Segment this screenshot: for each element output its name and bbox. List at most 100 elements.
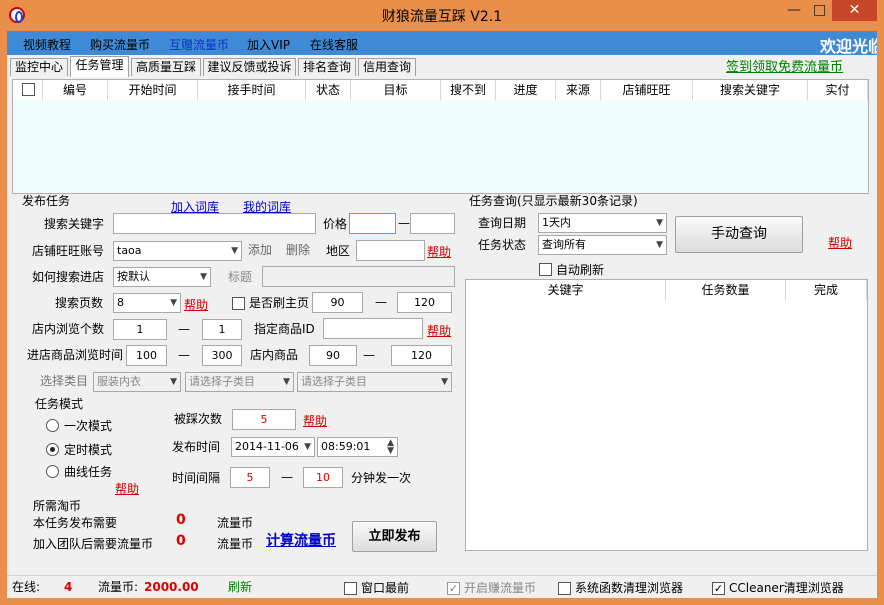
refresh-link[interactable]: 刷新 (228, 579, 252, 595)
tab-task-management[interactable]: 任务管理 (70, 56, 129, 77)
mode-curve-radio[interactable] (46, 465, 59, 478)
query-status-label: 任务状态 (478, 238, 527, 252)
interval-max-input[interactable]: 10 (303, 467, 343, 488)
table-header-cell[interactable]: 搜索关键字 (693, 80, 808, 100)
table-header-cell[interactable]: 实付 (808, 80, 868, 100)
calc-coins-link[interactable]: 计算流量币 (266, 530, 336, 550)
close-button[interactable]: ✕ (832, 0, 877, 21)
mode-once-radio[interactable] (46, 419, 59, 432)
pages-help-link[interactable]: 帮助 (184, 296, 208, 313)
tab-feedback[interactable]: 建议反馈或投诉 (203, 58, 296, 76)
keyword-input[interactable] (113, 213, 316, 234)
tab-high-quality[interactable]: 高质量互踩 (131, 58, 201, 76)
chevron-down-icon: ▼ (200, 272, 207, 282)
brush-home-dash: — (375, 295, 387, 309)
maximize-button[interactable]: □ (807, 0, 832, 21)
ccleaner-checkbox[interactable]: ✓ (712, 582, 725, 595)
mode-once-label: 一次模式 (64, 419, 113, 433)
welcome-text: 欢迎光临 (820, 37, 877, 56)
title-bar: 财狼流量互踩 V2.1 — □ ✕ (0, 0, 884, 31)
brush-home-max-input[interactable]: 120 (397, 292, 452, 313)
query-status-select[interactable]: 查询所有 ▼ (538, 235, 667, 255)
table-header-cell[interactable]: 编号 (43, 80, 108, 100)
publish-section-title: 发布任务 (22, 194, 71, 208)
title-input (262, 266, 455, 287)
publish-time-label: 发布时间 (172, 440, 221, 454)
coin-balance: 2000.00 (144, 580, 199, 594)
query-header-cell[interactable]: 完成 (786, 280, 867, 300)
publish-time-spinner[interactable]: 08:59:01 ▲ ▼ (317, 437, 398, 457)
select-all-header (13, 80, 43, 100)
query-date-select[interactable]: 1天内 ▼ (538, 213, 667, 233)
table-header-cell[interactable]: 状态 (306, 80, 351, 100)
region-label: 地区 (326, 244, 351, 258)
table-header-cell[interactable]: 搜不到 (441, 80, 496, 100)
price-min-input[interactable] (349, 213, 396, 234)
minimize-button[interactable]: — (781, 0, 807, 21)
top-window-checkbox[interactable] (344, 582, 357, 595)
product-id-help-link[interactable]: 帮助 (427, 322, 451, 339)
mode-help-link[interactable]: 帮助 (115, 480, 139, 497)
table-header-cell[interactable]: 目标 (351, 80, 441, 100)
tab-monitor[interactable]: 监控中心 (10, 58, 68, 76)
table-header-cell[interactable]: 店铺旺旺 (601, 80, 693, 100)
title-label: 标题 (228, 270, 253, 284)
menu-bar: 视频教程 购买流量币 互赠流量币 加入VIP 在线客服 欢迎光临 (7, 31, 877, 56)
query-result-table: 关键字 任务数量 完成 (465, 279, 868, 551)
publish-date-value: 2014-11-06 (235, 440, 299, 453)
shop-select-value: taoa (117, 244, 142, 257)
brush-home-min-input[interactable]: 90 (312, 292, 363, 313)
menu-join-vip[interactable]: 加入VIP (247, 36, 290, 53)
region-help-link[interactable]: 帮助 (427, 243, 451, 260)
browse-time-dash: — (178, 348, 190, 362)
tab-rank-query[interactable]: 排名查询 (298, 58, 356, 76)
category-value: 服装内衣 (97, 375, 141, 388)
publish-date-picker[interactable]: 2014-11-06 ▼ (231, 437, 315, 457)
interval-min-input[interactable]: 5 (230, 467, 270, 488)
coin-label: 流量币: (98, 580, 139, 594)
query-header-cell[interactable]: 任务数量 (666, 280, 786, 300)
mode-timed-radio[interactable] (46, 443, 59, 456)
menu-video-tutorial[interactable]: 视频教程 (23, 36, 71, 53)
table-header-cell[interactable]: 进度 (496, 80, 556, 100)
menu-online-support[interactable]: 在线客服 (310, 36, 358, 53)
search-method-select[interactable]: 按默认 ▼ (113, 267, 211, 287)
publish-now-button[interactable]: 立即发布 (352, 521, 437, 552)
query-header-cell[interactable]: 关键字 (466, 280, 666, 300)
delete-shop-button[interactable]: 删除 (286, 241, 310, 259)
table-header-cell[interactable]: 来源 (556, 80, 601, 100)
tab-credit-query[interactable]: 信用查询 (358, 58, 416, 76)
spinner-arrows-icon[interactable]: ▲ ▼ (387, 439, 394, 456)
table-header-cell[interactable]: 开始时间 (108, 80, 198, 100)
auto-refresh-checkbox[interactable] (539, 263, 552, 276)
chevron-down-icon: ▼ (231, 246, 238, 256)
query-section-title: 任务查询(只显示最新30条记录) (469, 194, 638, 208)
browse-count-max-input[interactable]: 1 (202, 319, 242, 340)
query-help-link[interactable]: 帮助 (828, 234, 852, 251)
brush-home-checkbox[interactable] (232, 297, 245, 310)
menu-buy-coins[interactable]: 购买流量币 (90, 36, 150, 53)
region-input[interactable] (356, 240, 425, 261)
manual-query-button[interactable]: 手动查询 (675, 216, 803, 253)
shop-goods-min-input[interactable]: 90 (309, 345, 357, 366)
top-window-label: 窗口最前 (361, 581, 410, 595)
pages-select[interactable]: 8 ▼ (113, 293, 181, 313)
brush-home-label: 是否刷主页 (249, 296, 310, 310)
add-shop-button[interactable]: 添加 (248, 241, 272, 259)
sys-clean-checkbox[interactable] (558, 582, 571, 595)
stepped-times-help-link[interactable]: 帮助 (303, 412, 327, 429)
shop-label: 店铺旺旺账号 (32, 244, 105, 258)
price-max-input[interactable] (410, 213, 455, 234)
free-coin-link[interactable]: 签到领取免费流量币 (726, 56, 843, 75)
menu-gift-coins[interactable]: 互赠流量币 (169, 36, 229, 53)
shop-goods-max-input[interactable]: 120 (391, 345, 452, 366)
select-all-checkbox[interactable] (22, 83, 35, 96)
product-id-input[interactable] (323, 318, 423, 339)
table-header-cell[interactable]: 接手时间 (198, 80, 306, 100)
browse-time-min-input[interactable]: 100 (126, 345, 167, 366)
browse-count-min-input[interactable]: 1 (113, 319, 167, 340)
stepped-times-input[interactable]: 5 (232, 409, 296, 430)
sub-category-select-1: 请选择子类目 ▼ (185, 372, 294, 392)
browse-time-max-input[interactable]: 300 (202, 345, 242, 366)
shop-select[interactable]: taoa ▼ (113, 241, 242, 261)
